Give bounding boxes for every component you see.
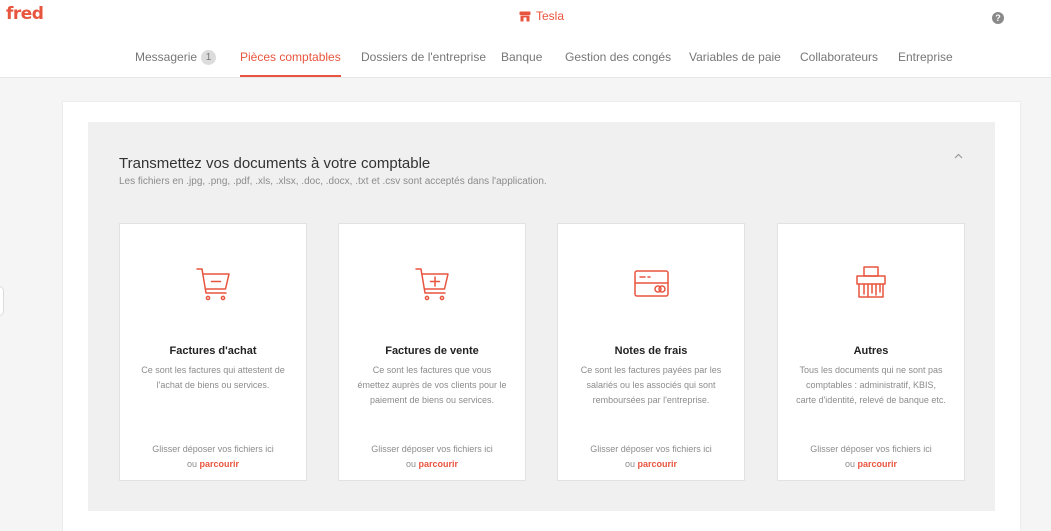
unread-badge: 1 <box>201 50 217 65</box>
browse-link[interactable]: parcourir <box>419 459 459 469</box>
tab-label: Pièces comptables <box>240 50 341 64</box>
tab-label: Messagerie <box>135 50 198 64</box>
desc-line: Ce sont les factures que vous <box>372 365 492 375</box>
chevron-up-icon[interactable] <box>954 150 963 162</box>
card-title: Notes de frais <box>614 345 688 357</box>
card-description: Ce sont les factures qui attestent de l'… <box>132 363 294 393</box>
desc-line: remboursées par l'entreprise. <box>592 395 710 405</box>
credit-card-icon <box>558 264 744 304</box>
app-logo[interactable]: fred <box>6 4 44 24</box>
company-selector[interactable]: Tesla <box>519 9 564 23</box>
top-header: fred Tesla ? Messagerie 1 Pièces comptabl… <box>0 0 1051 78</box>
desc-line: paiement de biens ou services. <box>369 395 495 405</box>
drop-hint: Glisser déposer vos fichiers ici ou parc… <box>778 442 964 472</box>
drop-hint: Glisser déposer vos fichiers ici ou parc… <box>558 442 744 472</box>
shredder-icon <box>778 264 964 304</box>
tab-messagerie[interactable]: Messagerie 1 <box>135 40 217 77</box>
side-handle[interactable] <box>0 286 4 316</box>
tab-label: Gestion des congés <box>565 50 672 64</box>
upload-panel: Transmettez vos documents à votre compta… <box>88 122 995 511</box>
drop-hint: Glisser déposer vos fichiers ici ou parc… <box>339 442 525 472</box>
desc-line: salariés ou les associés qui sont <box>586 380 716 390</box>
tab-collaborateurs[interactable]: Collaborateurs <box>800 40 878 77</box>
desc-line: comptables : administratif, KBIS, <box>805 380 937 390</box>
drop-text: Glisser déposer vos fichiers ici <box>371 444 493 454</box>
drop-text: Glisser déposer vos fichiers ici <box>152 444 274 454</box>
tab-label: Variables de paie <box>689 50 781 64</box>
tab-dossiers-entreprise[interactable]: Dossiers de l'entreprise <box>361 40 486 77</box>
accepted-formats-text: Les fichiers en .jpg, .png, .pdf, .xls, … <box>119 176 547 187</box>
tab-label: Entreprise <box>898 50 953 64</box>
tab-variables-paie[interactable]: Variables de paie <box>689 40 781 77</box>
or-text: ou <box>844 459 858 469</box>
drop-hint: Glisser déposer vos fichiers ici ou parc… <box>120 442 306 472</box>
company-name: Tesla <box>536 9 565 23</box>
dropzone-factures-achat[interactable]: Factures d'achat Ce sont les factures qu… <box>119 223 307 481</box>
tab-pieces-comptables[interactable]: Pièces comptables <box>240 40 341 77</box>
tab-label: Dossiers de l'entreprise <box>361 50 487 64</box>
card-title: Factures de vente <box>385 345 479 357</box>
or-text: ou <box>624 459 638 469</box>
card-title: Autres <box>853 345 889 357</box>
panel-title: Transmettez vos documents à votre compta… <box>119 155 431 172</box>
store-icon <box>519 11 531 22</box>
card-title: Factures d'achat <box>169 345 257 357</box>
desc-line: Ce sont les factures qui attestent de <box>141 365 285 375</box>
drop-text: Glisser déposer vos fichiers ici <box>590 444 712 454</box>
desc-line: émettez auprès de vos clients pour le <box>357 380 507 390</box>
cart-minus-icon <box>120 264 306 304</box>
browse-link[interactable]: parcourir <box>200 459 240 469</box>
dropzone-autres[interactable]: Autres Tous les documents qui ne sont pa… <box>777 223 965 481</box>
browse-link[interactable]: parcourir <box>638 459 678 469</box>
dropzone-factures-vente[interactable]: Factures de vente Ce sont les factures q… <box>338 223 526 481</box>
main-nav: Messagerie 1 Pièces comptables Dossiers d… <box>0 40 1051 77</box>
tab-gestion-conges[interactable]: Gestion des congés <box>565 40 671 77</box>
desc-line: Tous les documents qui ne sont pas <box>799 365 943 375</box>
card-description: Ce sont les factures que vous émettez au… <box>351 363 513 408</box>
tab-entreprise[interactable]: Entreprise <box>898 40 953 77</box>
or-text: ou <box>186 459 200 469</box>
drop-text: Glisser déposer vos fichiers ici <box>810 444 932 454</box>
cart-plus-icon <box>339 264 525 304</box>
card-description: Ce sont les factures payées par les sala… <box>570 363 732 408</box>
card-description: Tous les documents qui ne sont pas compt… <box>790 363 952 408</box>
tab-label: Banque <box>501 50 543 64</box>
desc-line: Ce sont les factures payées par les <box>580 365 722 375</box>
dropzone-notes-frais[interactable]: Notes de frais Ce sont les factures payé… <box>557 223 745 481</box>
tab-banque[interactable]: Banque <box>501 40 542 77</box>
or-text: ou <box>405 459 419 469</box>
desc-line: carte d'identité, relevé de banque etc. <box>796 395 946 405</box>
tab-label: Collaborateurs <box>800 50 879 64</box>
desc-line: l'achat de biens ou services. <box>156 380 270 390</box>
browse-link[interactable]: parcourir <box>858 459 898 469</box>
help-icon[interactable]: ? <box>992 12 1004 24</box>
